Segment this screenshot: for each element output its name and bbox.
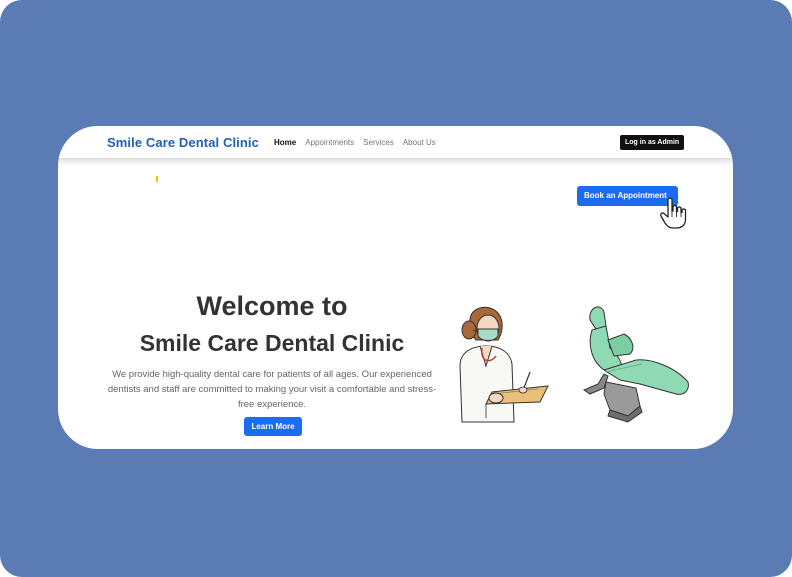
- nav-links: Home Appointments Services About Us: [274, 138, 436, 147]
- brand-logo[interactable]: Smile Care Dental Clinic: [107, 135, 259, 150]
- text-cursor-mark: [156, 176, 158, 182]
- nav-link-about-us[interactable]: About Us: [403, 138, 436, 147]
- nav-link-services[interactable]: Services: [363, 138, 394, 147]
- nav-link-appointments[interactable]: Appointments: [305, 138, 354, 147]
- navbar: Smile Care Dental Clinic Home Appointmen…: [58, 126, 733, 159]
- dentist-illustration: [459, 306, 549, 423]
- pointer-hand-icon: [660, 197, 687, 229]
- browser-window: Smile Care Dental Clinic Home Appointmen…: [58, 126, 733, 449]
- learn-more-button[interactable]: Learn More: [244, 417, 302, 436]
- page-background: Smile Care Dental Clinic Home Appointmen…: [0, 0, 792, 577]
- hero-title-line1: Welcome to: [196, 291, 348, 321]
- nav-link-home[interactable]: Home: [274, 138, 296, 147]
- hero-description: We provide high-quality dental care for …: [107, 369, 437, 410]
- hero-title-line2: Smile Care Dental Clinic: [139, 330, 405, 356]
- admin-login-button[interactable]: Log in as Admin: [620, 135, 685, 150]
- dental-chair-illustration: [582, 306, 689, 423]
